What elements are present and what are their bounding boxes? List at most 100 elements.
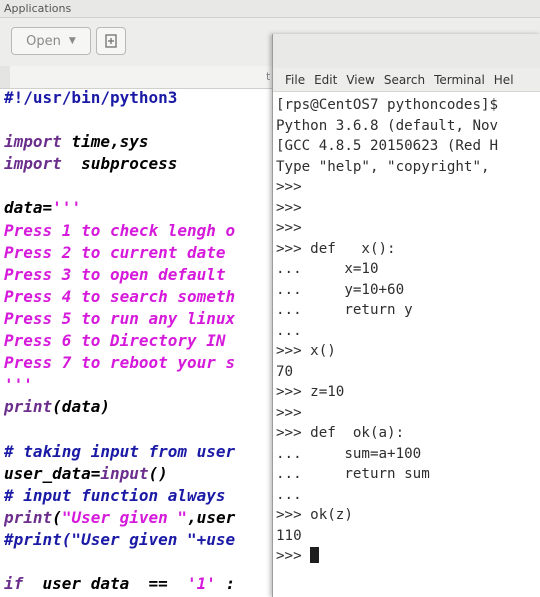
code-token: Press 7 to reboot your s	[4, 353, 236, 373]
open-button-label: Open	[26, 33, 61, 49]
code-token: :	[215, 574, 236, 594]
terminal-line: >>>	[276, 546, 540, 567]
code-token: Press 4 to search someth	[4, 286, 236, 306]
code-token: ,user	[187, 507, 236, 527]
terminal-line-text: ... return sum	[276, 466, 430, 482]
terminal-line-text: 110	[276, 527, 302, 544]
code-token: #print("User given "+use	[4, 529, 236, 549]
terminal-line: ... return y	[276, 300, 540, 321]
code-token: ()	[148, 463, 168, 483]
code-token: print	[4, 397, 53, 417]
code-token: time,sys	[61, 132, 149, 152]
terminal-line-text: [rps@CentOS7 pythoncodes]$	[276, 97, 499, 113]
code-token: Press 2 to current date	[4, 242, 226, 262]
code-token: # taking input from user	[4, 441, 236, 461]
terminal-line-text: [GCC 4.8.5 20150623 (Red H	[276, 138, 499, 154]
code-token: data=	[4, 198, 53, 218]
applications-strip[interactable]: Applications	[0, 0, 540, 18]
terminal-menu-item[interactable]: File	[285, 73, 305, 87]
code-line: data='''	[4, 197, 274, 219]
terminal-line: ...	[276, 321, 540, 342]
code-token: '''	[52, 198, 82, 218]
applications-label: Applications	[4, 2, 72, 15]
code-token: subprocess	[61, 154, 178, 174]
terminal-line: Type "help", "copyright",	[276, 157, 540, 178]
code-token: if	[4, 574, 24, 594]
terminal-menu-item[interactable]: View	[346, 73, 374, 87]
chevron-down-icon: ▼	[68, 36, 76, 46]
terminal-line: ... y=10+60	[276, 280, 540, 301]
code-editor[interactable]: #!/usr/bin/python3 import time,sys import …	[4, 87, 274, 595]
code-line: # taking input from user	[4, 441, 274, 463]
terminal-line: >>>	[276, 198, 540, 219]
editor-tab[interactable]: t	[10, 66, 275, 88]
terminal-line-text: >>> def x():	[276, 240, 396, 257]
terminal-line: >>> def x():	[276, 239, 540, 260]
terminal-line: >>> z=10	[276, 382, 540, 403]
terminal-line-text: Type "help", "copyright",	[276, 158, 490, 175]
code-line: user_data=input()	[4, 463, 274, 485]
code-line: #print("User given "+use	[4, 529, 274, 551]
code-line: Press 6 to Directory IN	[4, 330, 274, 352]
terminal-line-text: ... y=10+60	[276, 281, 405, 298]
code-token: Press 1 to check lengh o	[4, 220, 236, 240]
terminal-line: >>>	[276, 403, 540, 424]
open-button[interactable]: Open ▼	[11, 27, 91, 55]
code-line: import time,sys	[4, 131, 274, 153]
code-token: #!/usr/bin/python3	[4, 88, 178, 107]
terminal-line-text: 70	[276, 363, 294, 380]
terminal-line: >>>	[276, 218, 540, 239]
terminal-line-text: >>>	[276, 220, 302, 236]
code-token: Press 3 to open default	[4, 264, 226, 284]
code-token: "User given "	[61, 507, 188, 527]
code-line: # input function always	[4, 485, 274, 507]
code-token: input	[100, 463, 149, 483]
terminal-line: [GCC 4.8.5 20150623 (Red H	[276, 136, 540, 157]
code-token: import	[4, 154, 62, 174]
terminal-menubar: File Edit View Search Terminal Hel	[273, 68, 540, 92]
code-line: print("User given ",user	[4, 507, 274, 529]
terminal-line: >>> ok(z)	[276, 505, 540, 526]
code-token: # input function always	[4, 485, 226, 505]
terminal-line: 110	[276, 526, 540, 547]
terminal-line-text: >>> x()	[276, 343, 336, 359]
terminal-line-text: ... return y	[276, 302, 413, 318]
terminal-line: >>>	[276, 177, 540, 198]
terminal-window: File Edit View Search Terminal Hel [rps@CentO…	[272, 34, 540, 597]
new-document-icon	[105, 34, 117, 48]
tab-label: t	[266, 70, 271, 83]
code-line: Press 1 to check lengh o	[4, 220, 274, 242]
terminal-line: ... sum=a+100	[276, 444, 540, 465]
code-line: print(data)	[4, 396, 274, 418]
terminal-line-text: ...	[276, 322, 302, 339]
terminal-line-text: >>> ok(z)	[276, 507, 353, 523]
code-token: user_data=	[4, 463, 101, 483]
code-token: print	[4, 507, 53, 527]
terminal-line: ... x=10	[276, 259, 540, 280]
terminal-titlebar[interactable]	[273, 34, 540, 69]
terminal-line-text: ... sum=a+100	[276, 445, 422, 462]
terminal-menu-item[interactable]: Edit	[314, 73, 337, 87]
terminal-line-text: >>> z=10	[276, 384, 345, 400]
code-token: (data)	[52, 397, 110, 417]
terminal-menu-item[interactable]: Search	[384, 73, 425, 87]
terminal-line-text: >>>	[276, 548, 311, 564]
terminal-line-text: >>>	[276, 404, 302, 421]
terminal-line-text: ... x=10	[276, 261, 379, 277]
new-document-button[interactable]	[96, 27, 126, 55]
terminal-line: [rps@CentOS7 pythoncodes]$	[276, 95, 540, 116]
terminal-line: ... return sum	[276, 464, 540, 485]
terminal-line-text: >>>	[276, 199, 302, 216]
terminal-output[interactable]: [rps@CentOS7 pythoncodes]$ Python 3.6.8 (…	[276, 95, 540, 567]
code-token: user data ==	[23, 574, 188, 594]
terminal-cursor	[310, 547, 320, 563]
terminal-line: >>> x()	[276, 341, 540, 362]
terminal-line: >>> def ok(a):	[276, 423, 540, 444]
terminal-menu-item[interactable]: Terminal	[434, 73, 485, 87]
code-token: Press 6 to Directory IN	[4, 331, 226, 351]
terminal-menu-item[interactable]: Hel	[494, 73, 514, 87]
terminal-line: 70	[276, 362, 540, 383]
